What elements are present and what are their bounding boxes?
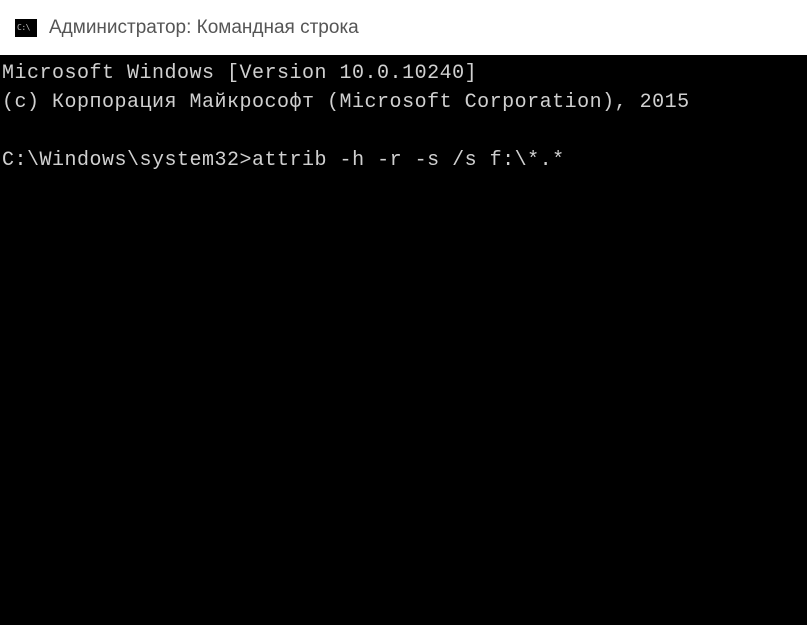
window-title: Администратор: Командная строка	[49, 17, 359, 39]
terminal-line-version: Microsoft Windows [Version 10.0.10240]	[2, 62, 477, 85]
terminal-command: attrib -h -r -s /s f:\*.*	[252, 149, 565, 172]
terminal-line-copyright: (c) Корпорация Майкрософт (Microsoft Cor…	[2, 91, 690, 114]
terminal-output[interactable]: Microsoft Windows [Version 10.0.10240] (…	[0, 55, 807, 625]
cmd-icon: C:\	[15, 19, 37, 37]
terminal-prompt: C:\Windows\system32>	[2, 149, 252, 172]
window-titlebar: C:\ Администратор: Командная строка	[0, 0, 807, 55]
cmd-icon-text: C:\	[15, 23, 30, 32]
